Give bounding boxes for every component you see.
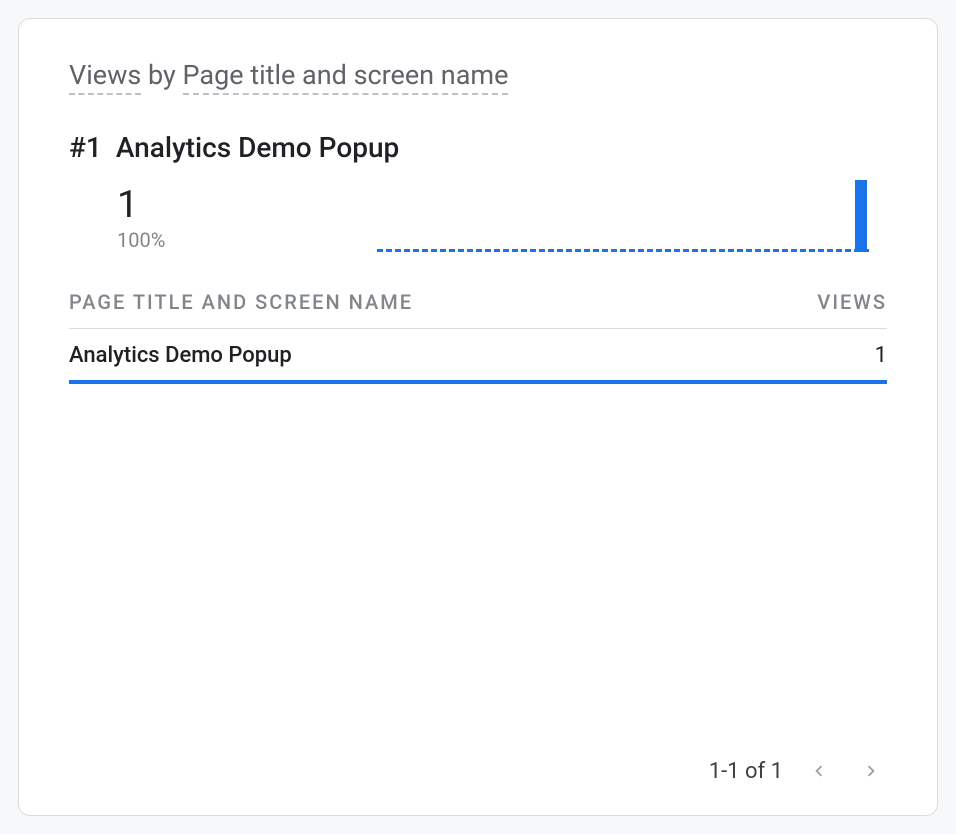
sparkline-bar <box>855 180 867 252</box>
chevron-right-icon <box>860 760 882 782</box>
dimension-label[interactable]: Page title and screen name <box>183 59 509 95</box>
data-table: PAGE TITLE AND SCREEN NAME VIEWS Analyti… <box>69 290 887 384</box>
column-header-dimension: PAGE TITLE AND SCREEN NAME <box>69 290 413 314</box>
highlight-rank: #1 <box>69 131 102 164</box>
highlight-row: #1 Analytics Demo Popup <box>69 131 887 164</box>
next-page-button[interactable] <box>855 755 887 787</box>
sparkline-baseline <box>377 249 869 252</box>
chevron-left-icon <box>808 760 830 782</box>
highlight-name: Analytics Demo Popup <box>116 131 399 164</box>
stat-percent: 100% <box>117 228 197 252</box>
pagination: 1-1 of 1 <box>709 755 887 787</box>
prev-page-button[interactable] <box>803 755 835 787</box>
table-row[interactable]: Analytics Demo Popup 1 <box>69 329 887 384</box>
pagination-label: 1-1 of 1 <box>709 759 783 784</box>
card-title: Views by Page title and screen name <box>69 59 887 91</box>
metric-label[interactable]: Views <box>69 59 141 95</box>
stats-row: 1 100% <box>69 172 887 252</box>
row-views: 1 <box>875 343 887 368</box>
stat-value: 1 <box>117 186 197 224</box>
sparkline-chart <box>377 172 887 252</box>
table-header: PAGE TITLE AND SCREEN NAME VIEWS <box>69 290 887 329</box>
row-name: Analytics Demo Popup <box>69 343 292 368</box>
analytics-card: Views by Page title and screen name #1 A… <box>18 18 938 816</box>
stats-block: 1 100% <box>117 186 197 252</box>
column-header-metric: VIEWS <box>817 290 887 314</box>
title-separator: by <box>141 59 182 91</box>
